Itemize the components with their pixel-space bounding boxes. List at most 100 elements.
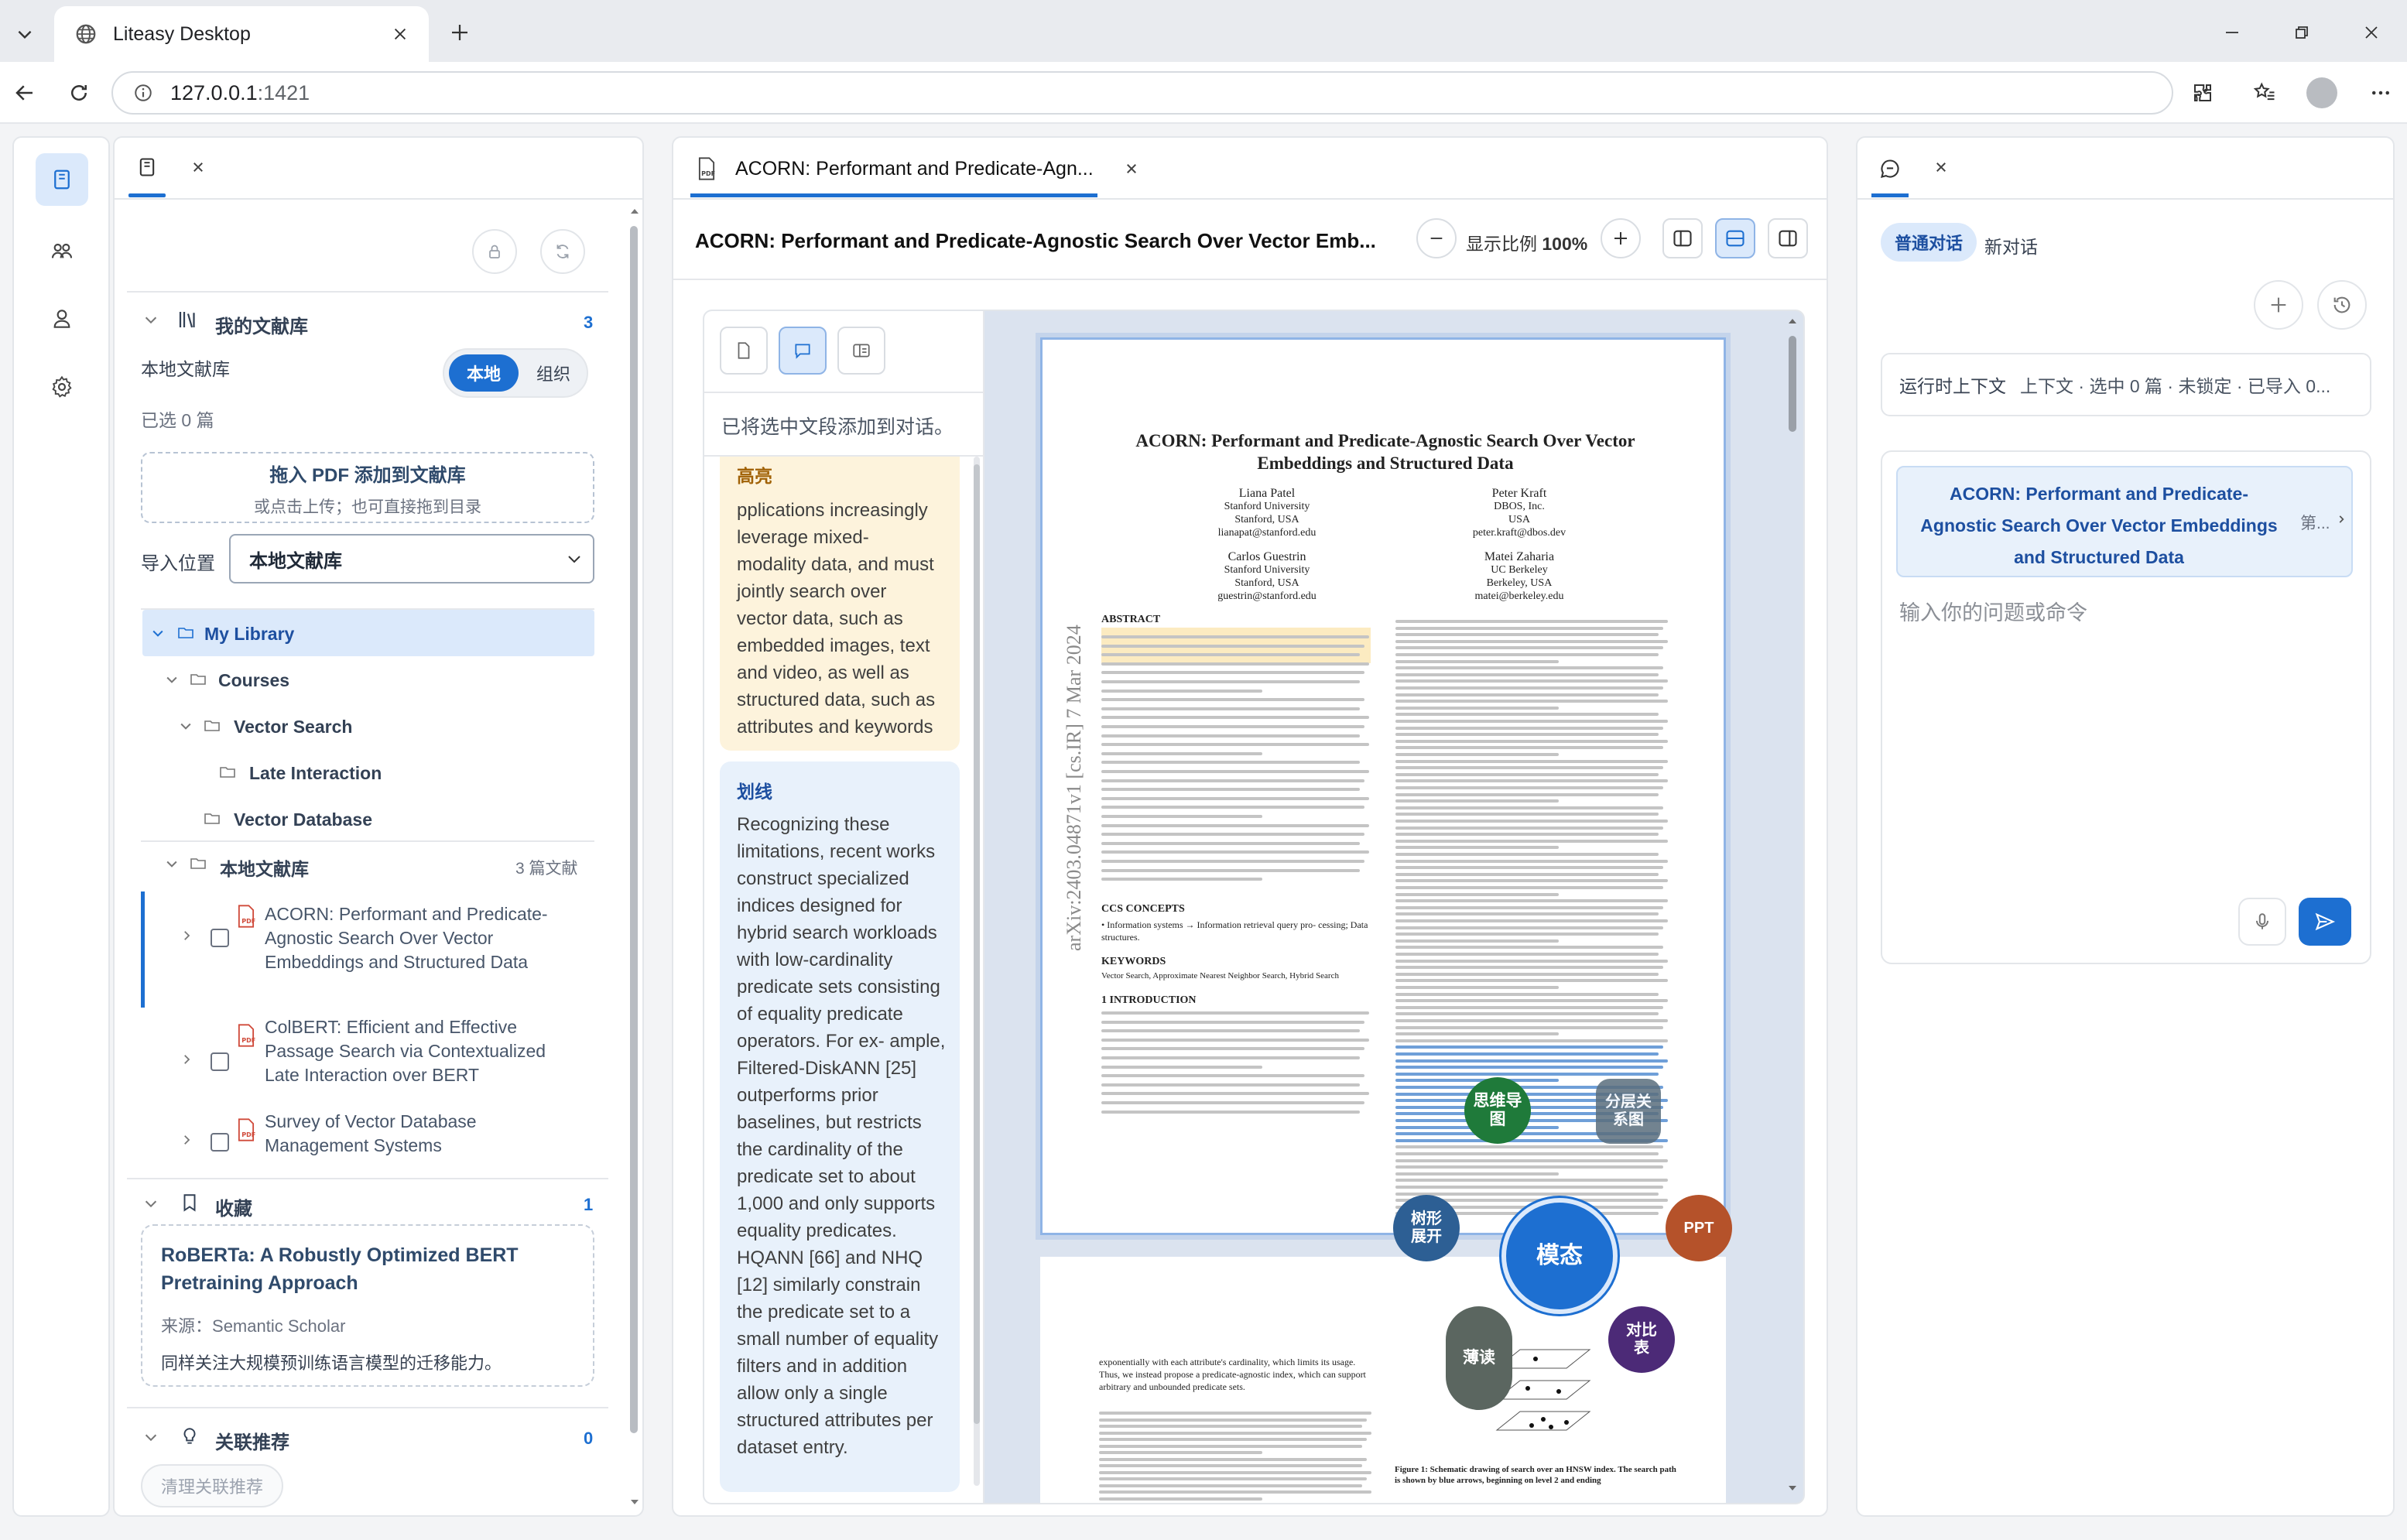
minimize-icon[interactable]	[2215, 15, 2249, 50]
notes-page-button[interactable]	[720, 327, 768, 375]
chat-input[interactable]: 输入你的问题或命令	[1899, 596, 2356, 828]
book-icon	[54, 169, 70, 190]
pdf-text-line	[1395, 899, 1668, 903]
selected-paper-chip[interactable]: ACORN: Performant and Predicate- Agnostic…	[1896, 466, 2353, 577]
expand-chevron-icon[interactable]	[180, 929, 193, 943]
chat-tab-normal[interactable]: 普通对话	[1881, 223, 1977, 262]
new-tab-icon[interactable]	[443, 15, 477, 50]
more-icon[interactable]	[2362, 74, 2399, 111]
pdf-text-line	[1395, 772, 1659, 776]
tree-expand-chevron-icon[interactable]	[150, 625, 166, 641]
url-bar[interactable]: 127.0.0.1:1421	[111, 71, 2173, 115]
chevron-right-icon[interactable]	[2336, 512, 2347, 526]
paper-checkbox[interactable]	[211, 1052, 229, 1071]
history-button[interactable]	[2317, 280, 2367, 330]
reading-button[interactable]: 薄读	[1446, 1306, 1512, 1410]
notes-comment-button[interactable]	[779, 327, 827, 375]
close-reader-tab-icon[interactable]	[1119, 156, 1144, 181]
tree-label-courses[interactable]: Courses	[218, 670, 289, 691]
scroll-thumb[interactable]	[1789, 336, 1796, 432]
lock-button[interactable]	[472, 229, 517, 274]
pdf-text-line	[1101, 734, 1360, 737]
pdf-page-2[interactable]: exponentially with each attribute's card…	[1040, 1257, 1726, 1503]
toggle-local-button[interactable]: 本地	[449, 354, 519, 392]
paper-checkbox[interactable]	[211, 929, 229, 947]
chat-tab-icon[interactable]	[1871, 150, 1909, 187]
svg-text:PDF: PDF	[701, 170, 715, 177]
favorites-icon[interactable]	[2246, 74, 2283, 111]
avatar[interactable]	[2306, 77, 2337, 108]
tree-label-local-library[interactable]: 本地文献库	[220, 854, 309, 881]
tree-label-vector-database[interactable]: Vector Database	[234, 809, 372, 830]
mode-center-button[interactable]: 模态	[1501, 1198, 1618, 1314]
hierarchy-button[interactable]: 分层关系图	[1596, 1079, 1661, 1144]
pdf-scrollbar[interactable]	[1786, 317, 1799, 1494]
notes-scrollbar[interactable]	[974, 457, 980, 1486]
rail-library-button[interactable]	[36, 153, 88, 206]
pdf-dropzone[interactable]: 拖入 PDF 添加到文献库 或点击上传；也可直接拖到目录	[141, 452, 594, 523]
paper-item[interactable]: PDF ACORN: Performant and Predicate- Agno…	[146, 891, 594, 1008]
layout-split-button[interactable]	[1715, 218, 1755, 258]
send-button[interactable]	[2299, 898, 2351, 946]
tree-label-my-library: My Library	[204, 624, 295, 644]
extensions-icon[interactable]	[2184, 74, 2221, 111]
zoom-out-button[interactable]	[1416, 218, 1457, 258]
paper-item[interactable]: PDF Survey of Vector Database Management …	[146, 1110, 594, 1172]
toggle-org-button[interactable]: 组织	[520, 354, 587, 392]
collapse-favorites-chevron-icon[interactable]	[142, 1195, 159, 1212]
sync-button[interactable]	[540, 229, 585, 274]
rail-group-button[interactable]	[36, 224, 88, 277]
pdf-text-line	[1395, 633, 1659, 637]
new-chat-button[interactable]	[2254, 280, 2303, 330]
tree-expand-chevron-icon[interactable]	[164, 856, 180, 871]
layout-left-button[interactable]	[1662, 218, 1703, 258]
reload-icon[interactable]	[60, 74, 98, 111]
scroll-down-icon[interactable]	[631, 1498, 639, 1506]
close-chat-tab-icon[interactable]	[1927, 153, 1955, 181]
library-tab-book-icon[interactable]	[128, 149, 166, 186]
paper-item[interactable]: PDF ColBERT: Efficient and Effective Pass…	[146, 1015, 594, 1100]
voice-input-button[interactable]	[2238, 898, 2286, 946]
rail-settings-button[interactable]	[36, 361, 88, 413]
scroll-thumb[interactable]	[630, 226, 638, 1433]
library-scrollbar[interactable]	[628, 207, 639, 1507]
restore-icon[interactable]	[2285, 15, 2319, 50]
favorite-card[interactable]: RoBERTa: A Robustly Optimized BERT Pretra…	[141, 1224, 594, 1387]
chat-tab-new[interactable]: 新对话	[1984, 232, 2038, 258]
highlight-note-card[interactable]: 高亮 pplications increasingly leverage mixe…	[720, 457, 960, 751]
import-location-select[interactable]: 本地文献库	[229, 534, 594, 583]
back-icon[interactable]	[6, 74, 43, 111]
compare-table-button[interactable]: 对比表	[1608, 1306, 1675, 1373]
site-info-icon[interactable]	[133, 83, 153, 103]
expand-chevron-icon[interactable]	[180, 1052, 193, 1066]
rail-profile-button[interactable]	[36, 293, 88, 345]
browser-tab[interactable]: Liteasy Desktop	[54, 6, 429, 62]
collapse-related-chevron-icon[interactable]	[142, 1429, 159, 1446]
reader-tab-title[interactable]: ACORN: Performant and Predicate-Agn...	[735, 158, 1094, 180]
expand-chevron-icon[interactable]	[180, 1133, 193, 1147]
close-library-tab-icon[interactable]	[184, 153, 212, 181]
mindmap-button[interactable]: 思维导图	[1464, 1077, 1531, 1144]
scroll-up-icon[interactable]	[631, 207, 639, 215]
tree-expand-button[interactable]: 树形展开	[1393, 1195, 1460, 1261]
scroll-down-icon[interactable]	[1789, 1484, 1796, 1492]
notes-panel-button[interactable]	[837, 327, 885, 375]
close-tab-icon[interactable]	[392, 26, 409, 43]
clear-related-button[interactable]: 清理关联推荐	[141, 1464, 283, 1507]
layout-right-button[interactable]	[1768, 218, 1808, 258]
window-close-icon[interactable]	[2354, 15, 2388, 50]
underline-note-card[interactable]: 划线 Recognizing these limitations, recent …	[720, 761, 960, 1492]
tree-label-late-interaction[interactable]: Late Interaction	[249, 763, 382, 784]
pdf-text-line	[1395, 1012, 1659, 1016]
tree-expand-chevron-icon[interactable]	[178, 718, 193, 734]
runtime-context[interactable]: 运行时上下文 上下文 · 选中 0 篇 · 未锁定 · 已导入 0...	[1881, 353, 2371, 416]
scroll-up-icon[interactable]	[1789, 317, 1796, 325]
pdf-text-line	[1395, 1032, 1560, 1036]
paper-checkbox[interactable]	[211, 1133, 229, 1152]
collapse-library-chevron-icon[interactable]	[142, 311, 159, 328]
zoom-in-button[interactable]	[1601, 218, 1641, 258]
tree-expand-chevron-icon[interactable]	[164, 672, 180, 687]
ppt-button[interactable]: PPT	[1666, 1195, 1732, 1261]
tab-list-chevron-icon[interactable]	[8, 17, 42, 51]
tree-label-vector-search[interactable]: Vector Search	[234, 717, 352, 737]
